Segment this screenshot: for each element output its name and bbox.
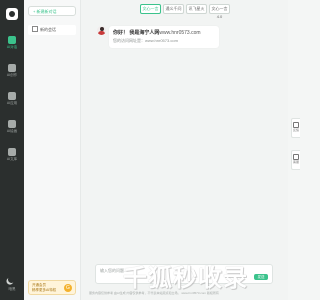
- avatar: [97, 26, 106, 35]
- rail-item-label: AI应用: [6, 101, 18, 105]
- vip-promo[interactable]: 开通会员 畅享更多AI特权 G: [28, 280, 76, 295]
- rail-item-ai-chat[interactable]: AI对话: [0, 36, 24, 56]
- service-button[interactable]: 客服: [291, 150, 300, 170]
- footer-disclaimer: 服务内容仅供参考 由AI生成 内容仅供参考，不代表本站观点和立场。 www.hn…: [89, 291, 219, 295]
- visit-url-text: 您的访问网址是：www.hnr0573.com: [113, 38, 178, 43]
- vip-badge-icon: G: [64, 284, 72, 292]
- rail-item-label: AI创作: [6, 73, 18, 77]
- question-input[interactable]: 输入您的问题... 发送: [95, 264, 273, 284]
- palette-icon: [8, 120, 16, 128]
- send-button[interactable]: 发送: [254, 274, 268, 280]
- tab-model-wenxin4[interactable]: 文心一言4.0: [209, 4, 230, 19]
- left-rail: AI对话 AI创作 AI应用 AI绘画 AI文库 暗黑: [0, 0, 24, 300]
- chat-icon: [8, 36, 16, 44]
- rail-item-ai-apps[interactable]: AI应用: [0, 92, 24, 112]
- app-logo: [6, 8, 18, 20]
- input-placeholder: 输入您的问题...: [100, 268, 128, 273]
- rail-item-label: AI文库: [6, 157, 18, 161]
- tab-model-xunfei[interactable]: 讯飞星火: [186, 4, 207, 14]
- pen-icon: [8, 64, 16, 72]
- bulb-icon: [8, 92, 16, 100]
- feedback-label: 反馈: [292, 128, 299, 132]
- greeting-text: 你好！ 我是海宁人网: [113, 30, 160, 36]
- document-icon: [32, 25, 38, 32]
- rail-item-label: AI绘画: [6, 129, 18, 133]
- new-chat-button[interactable]: + 新建新对话: [28, 6, 76, 16]
- conversation-sidebar: + 新建新对话 新的会话 开通会员 畅享更多AI特权 G: [24, 0, 81, 300]
- service-label: 客服: [292, 160, 299, 164]
- site-text: www.hnr0573.com: [159, 30, 201, 36]
- theme-toggle-label: 暗黑: [8, 287, 16, 291]
- rail-item-ai-create[interactable]: AI创作: [0, 64, 24, 84]
- moon-icon[interactable]: [7, 275, 16, 284]
- feedback-button[interactable]: 反馈: [291, 118, 300, 138]
- chat-main: 文心一言 通义千问 讯飞星火 文心一言4.0 你好！ 我是海宁人网www.hnr…: [81, 0, 288, 300]
- message-bubble: 你好！ 我是海宁人网www.hnr0573.com 您的访问网址是：www.hn…: [109, 26, 219, 48]
- conversation-title: 新的会话: [40, 27, 56, 32]
- tab-model-tongyi[interactable]: 通义千问: [163, 4, 184, 14]
- tab-model-wenxin[interactable]: 文心一言: [140, 4, 161, 14]
- conversation-item[interactable]: 新的会话: [28, 25, 76, 35]
- rail-item-ai-draw[interactable]: AI绘画: [0, 120, 24, 140]
- rail-item-label: AI对话: [6, 45, 18, 49]
- model-tabs: 文心一言 通义千问 讯飞星火 文心一言4.0: [140, 4, 230, 19]
- book-icon: [8, 148, 16, 156]
- rail-item-ai-library[interactable]: AI文库: [0, 148, 24, 168]
- greeting-line: 你好！ 我是海宁人网www.hnr0573.com: [113, 29, 201, 36]
